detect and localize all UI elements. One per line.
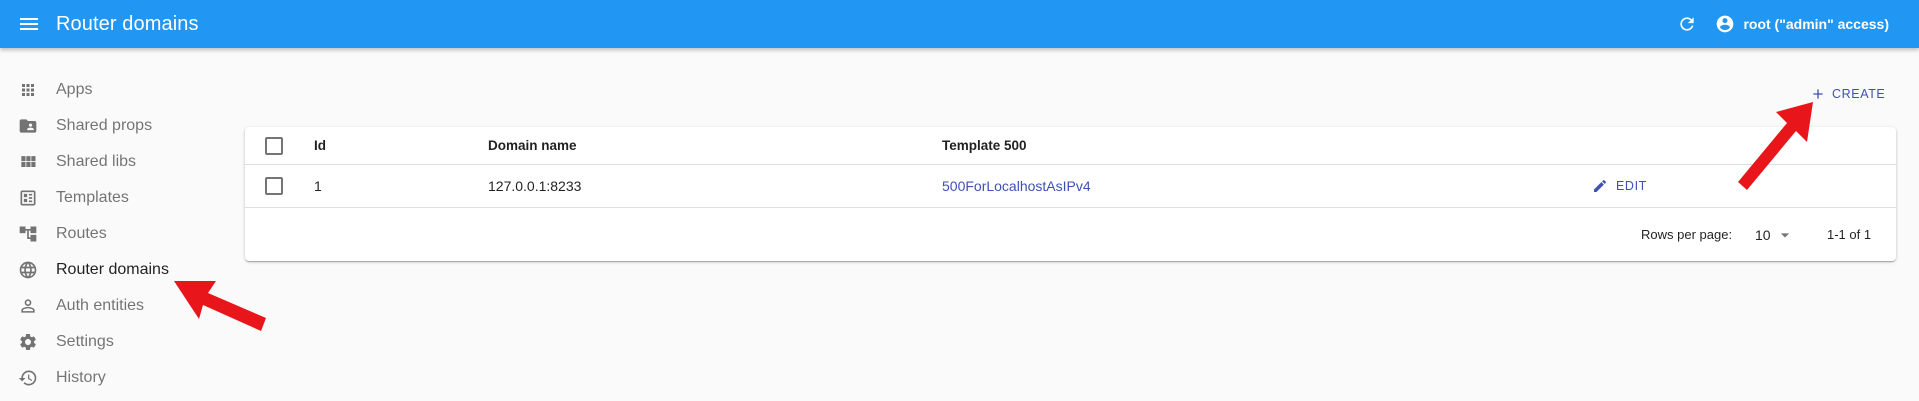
sidebar-item-templates[interactable]: Templates [0, 180, 220, 216]
sidebar-item-shared-props[interactable]: Shared props [0, 108, 220, 144]
globe-icon [16, 258, 40, 282]
app-bar: Router domains root ("admin" access) [0, 0, 1919, 48]
page-title: Router domains [56, 12, 199, 35]
sidebar: Apps Shared props Shared libs Templates … [0, 72, 220, 396]
create-button[interactable]: CREATE [1810, 82, 1885, 106]
sidebar-item-label: Templates [56, 189, 129, 206]
row-checkbox[interactable] [265, 177, 283, 195]
cell-id: 1 [314, 178, 322, 194]
select-all-checkbox[interactable] [265, 136, 283, 155]
pencil-icon [1594, 179, 1607, 192]
account-tree-icon [16, 222, 40, 246]
sidebar-item-label: Apps [56, 81, 93, 98]
sidebar-item-label: Shared libs [56, 153, 137, 170]
plus-icon [1813, 89, 1823, 99]
sidebar-item-label: Router domains [56, 261, 169, 278]
sidebar-item-label: Shared props [56, 117, 153, 134]
person-icon [16, 294, 40, 318]
pagination: Rows per page: 10 1-1 of 1 [245, 208, 1896, 261]
column-header-template-500[interactable]: Template 500 [942, 127, 1027, 164]
templates-icon [16, 186, 40, 210]
create-button-label: CREATE [1832, 87, 1886, 101]
router-domains-table: Id Domain name Template 500 1 127.0.0.1:… [245, 127, 1896, 261]
sidebar-item-settings[interactable]: Settings [0, 324, 220, 360]
sidebar-item-apps[interactable]: Apps [0, 72, 220, 108]
gear-icon [16, 330, 40, 354]
menu-icon [20, 18, 38, 30]
column-header-id[interactable]: Id [314, 127, 326, 164]
rows-per-page-value: 10 [1755, 226, 1771, 243]
column-header-domain-name[interactable]: Domain name [488, 127, 577, 164]
sidebar-item-label: Settings [56, 333, 114, 350]
sidebar-item-label: History [56, 369, 106, 386]
sidebar-item-label: Routes [56, 225, 107, 242]
table-header-row: Id Domain name Template 500 [245, 127, 1896, 165]
view-module-icon [16, 150, 40, 174]
template-500-link[interactable]: 500ForLocalhostAsIPv4 [942, 178, 1091, 194]
pagination-range: 1-1 of 1 [1827, 227, 1872, 242]
user-label: root ("admin" access) [1743, 16, 1889, 32]
arrow-drop-down-icon [1780, 232, 1789, 237]
sidebar-item-auth-entities[interactable]: Auth entities [0, 288, 220, 324]
folder-shared-icon [16, 114, 40, 138]
sidebar-item-routes[interactable]: Routes [0, 216, 220, 252]
sidebar-item-history[interactable]: History [0, 360, 220, 396]
edit-button[interactable]: EDIT [1592, 178, 1647, 194]
user-menu-button[interactable]: root ("admin" access) [1715, 14, 1889, 34]
sidebar-item-router-domains[interactable]: Router domains [0, 252, 220, 288]
refresh-button[interactable] [1675, 12, 1699, 36]
sidebar-item-shared-libs[interactable]: Shared libs [0, 144, 220, 180]
history-icon [16, 366, 40, 390]
apps-grid-icon [16, 78, 40, 102]
account-circle-icon [1717, 15, 1734, 33]
edit-button-label: EDIT [1616, 179, 1647, 193]
refresh-icon [1680, 17, 1695, 31]
rows-per-page-label: Rows per page: [1641, 227, 1733, 242]
rows-per-page-select[interactable]: 10 [1755, 208, 1795, 261]
table-row[interactable]: 1 127.0.0.1:8233 500ForLocalhostAsIPv4 E… [245, 165, 1896, 208]
menu-button[interactable] [17, 12, 41, 36]
sidebar-item-label: Auth entities [56, 297, 145, 314]
cell-domain-name: 127.0.0.1:8233 [488, 178, 582, 194]
